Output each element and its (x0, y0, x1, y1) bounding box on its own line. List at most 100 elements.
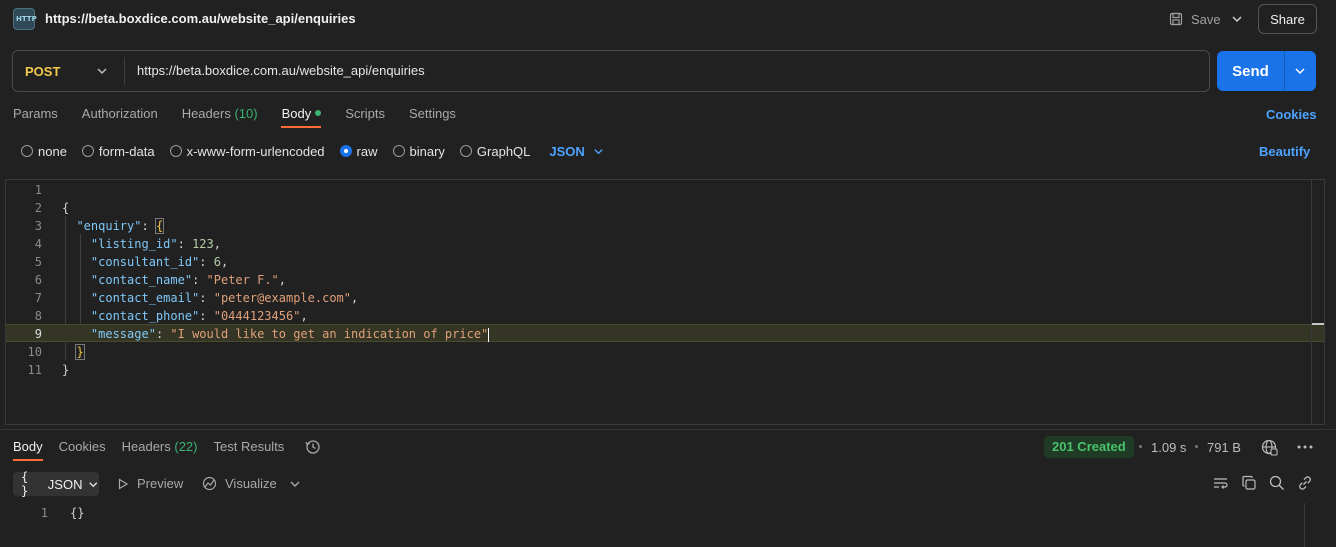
url-input[interactable]: https://beta.boxdice.com.au/website_api/… (137, 63, 425, 78)
json-colon: : (199, 309, 214, 323)
json-brace: { (62, 201, 70, 215)
response-tab-test-results[interactable]: Test Results (214, 439, 285, 457)
code-text: "listing_id": 123, (62, 235, 221, 253)
tab-headers[interactable]: Headers (10) (182, 106, 258, 126)
body-language-select[interactable]: JSON (549, 144, 603, 159)
line-number: 2 (34, 201, 42, 215)
tab-scripts[interactable]: Scripts (345, 106, 385, 126)
code-text: } (62, 361, 69, 379)
beautify-button[interactable]: Beautify (1259, 144, 1310, 159)
code-line: 2 { (6, 199, 1324, 217)
response-tab-headers-label: Headers (121, 439, 171, 454)
response-scrollbar[interactable] (1304, 503, 1305, 547)
tab-body-label: Body (281, 106, 312, 121)
visualize-label: Visualize (225, 476, 277, 491)
preview-button[interactable]: Preview (117, 476, 183, 491)
send-label: Send (1232, 62, 1269, 80)
title-bar: HTTP https://beta.boxdice.com.au/website… (0, 0, 1336, 38)
body-type-binary[interactable]: binary (392, 144, 445, 159)
chevron-down-icon (89, 481, 98, 487)
editor-scrollbar[interactable] (1311, 180, 1312, 424)
body-type-none[interactable]: none (21, 144, 67, 159)
url-bar: POST https://beta.boxdice.com.au/website… (12, 50, 1210, 92)
body-type-form-data[interactable]: form-data (81, 144, 155, 159)
response-tabs: Body Cookies Headers (22) Test Results (13, 439, 300, 457)
json-comma: , (213, 237, 221, 251)
radio-form-data[interactable] (81, 145, 94, 157)
request-title[interactable]: https://beta.boxdice.com.au/website_api/… (45, 11, 356, 26)
body-type-none-label: none (38, 143, 67, 159)
radio-none[interactable] (21, 145, 33, 157)
history-icon[interactable] (305, 439, 321, 455)
save-label: Save (1191, 11, 1221, 27)
json-braces-icon: { } (21, 470, 29, 498)
send-options-chevron-down-icon[interactable] (1294, 65, 1306, 77)
code-text: { (62, 199, 69, 217)
line-number: 8 (34, 309, 42, 323)
tab-authorization-label: Authorization (81, 106, 158, 121)
visualize-chevron-down-icon[interactable] (289, 478, 301, 490)
body-modified-dot (315, 109, 322, 116)
response-divider[interactable] (0, 429, 1336, 430)
meta-separator (1139, 445, 1142, 448)
share-button[interactable]: Share (1258, 4, 1317, 34)
line-number: 7 (34, 291, 42, 305)
chevron-down-icon (97, 68, 107, 75)
tab-settings[interactable]: Settings (409, 106, 456, 126)
response-format-select[interactable]: { } JSON (13, 470, 99, 498)
response-body-text: {} (70, 506, 85, 520)
code-text: } (62, 343, 85, 361)
preview-label: Preview (137, 476, 184, 491)
json-colon: : (192, 273, 207, 287)
json-string: "I would like to get an indication of pr… (170, 327, 489, 341)
body-type-graphql[interactable]: GraphQL (459, 144, 530, 159)
json-brace: { (154, 218, 165, 234)
network-globe-icon[interactable] (1261, 439, 1278, 456)
tab-body[interactable]: Body (282, 106, 322, 126)
tab-authorization[interactable]: Authorization (82, 106, 158, 126)
more-options-icon[interactable] (1297, 445, 1313, 449)
status-badge[interactable]: 201 Created (1044, 436, 1134, 458)
line-number: 5 (34, 255, 42, 269)
method-select[interactable]: POST (13, 51, 123, 91)
body-editor[interactable]: 1 2 { 3 "enquiry": { 4 "listing_id": 123… (5, 179, 1325, 425)
radio-urlencoded[interactable] (169, 145, 182, 157)
response-tab-cookies[interactable]: Cookies (59, 439, 106, 457)
visualize-icon (202, 476, 217, 491)
link-icon[interactable] (1297, 475, 1313, 491)
code-text: "contact_phone": "0444123456", (62, 307, 308, 325)
response-size[interactable]: 791 B (1207, 440, 1241, 455)
line-number: 10 (27, 345, 42, 359)
code-line: 1 (6, 181, 1324, 199)
search-icon[interactable] (1269, 475, 1285, 491)
json-colon: : (155, 327, 171, 341)
json-comma: , (220, 255, 229, 269)
response-time[interactable]: 1.09 s (1151, 440, 1186, 455)
save-button[interactable]: Save (1169, 10, 1221, 28)
response-tab-body[interactable]: Body (13, 439, 43, 457)
copy-icon[interactable] (1241, 475, 1257, 491)
code-line: 7 "contact_email": "peter@example.com", (6, 289, 1324, 307)
cookies-link[interactable]: Cookies (1266, 107, 1317, 122)
save-options-chevron-down-icon[interactable] (1230, 12, 1244, 26)
send-button[interactable]: Send (1217, 51, 1316, 91)
body-type-raw[interactable]: raw (339, 144, 378, 159)
json-key: "contact_phone" (90, 309, 200, 323)
tab-params[interactable]: Params (13, 106, 58, 126)
body-type-urlencoded-label: x-www-form-urlencoded (186, 143, 325, 159)
url-divider (124, 57, 125, 85)
radio-graphql[interactable] (459, 145, 472, 157)
json-key: "contact_name" (90, 273, 193, 287)
wrap-lines-icon[interactable] (1212, 475, 1229, 491)
code-line: 3 "enquiry": { (6, 217, 1324, 235)
radio-raw[interactable] (339, 145, 352, 157)
response-tab-headers[interactable]: Headers (22) (122, 439, 198, 457)
visualize-button[interactable]: Visualize (202, 476, 277, 491)
body-language-label: JSON (549, 143, 585, 159)
chevron-down-icon (594, 148, 603, 154)
tab-settings-label: Settings (408, 106, 456, 121)
radio-binary[interactable] (392, 145, 405, 157)
line-number: 3 (34, 219, 42, 233)
body-type-urlencoded[interactable]: x-www-form-urlencoded (169, 143, 325, 159)
line-number: 6 (34, 273, 42, 287)
